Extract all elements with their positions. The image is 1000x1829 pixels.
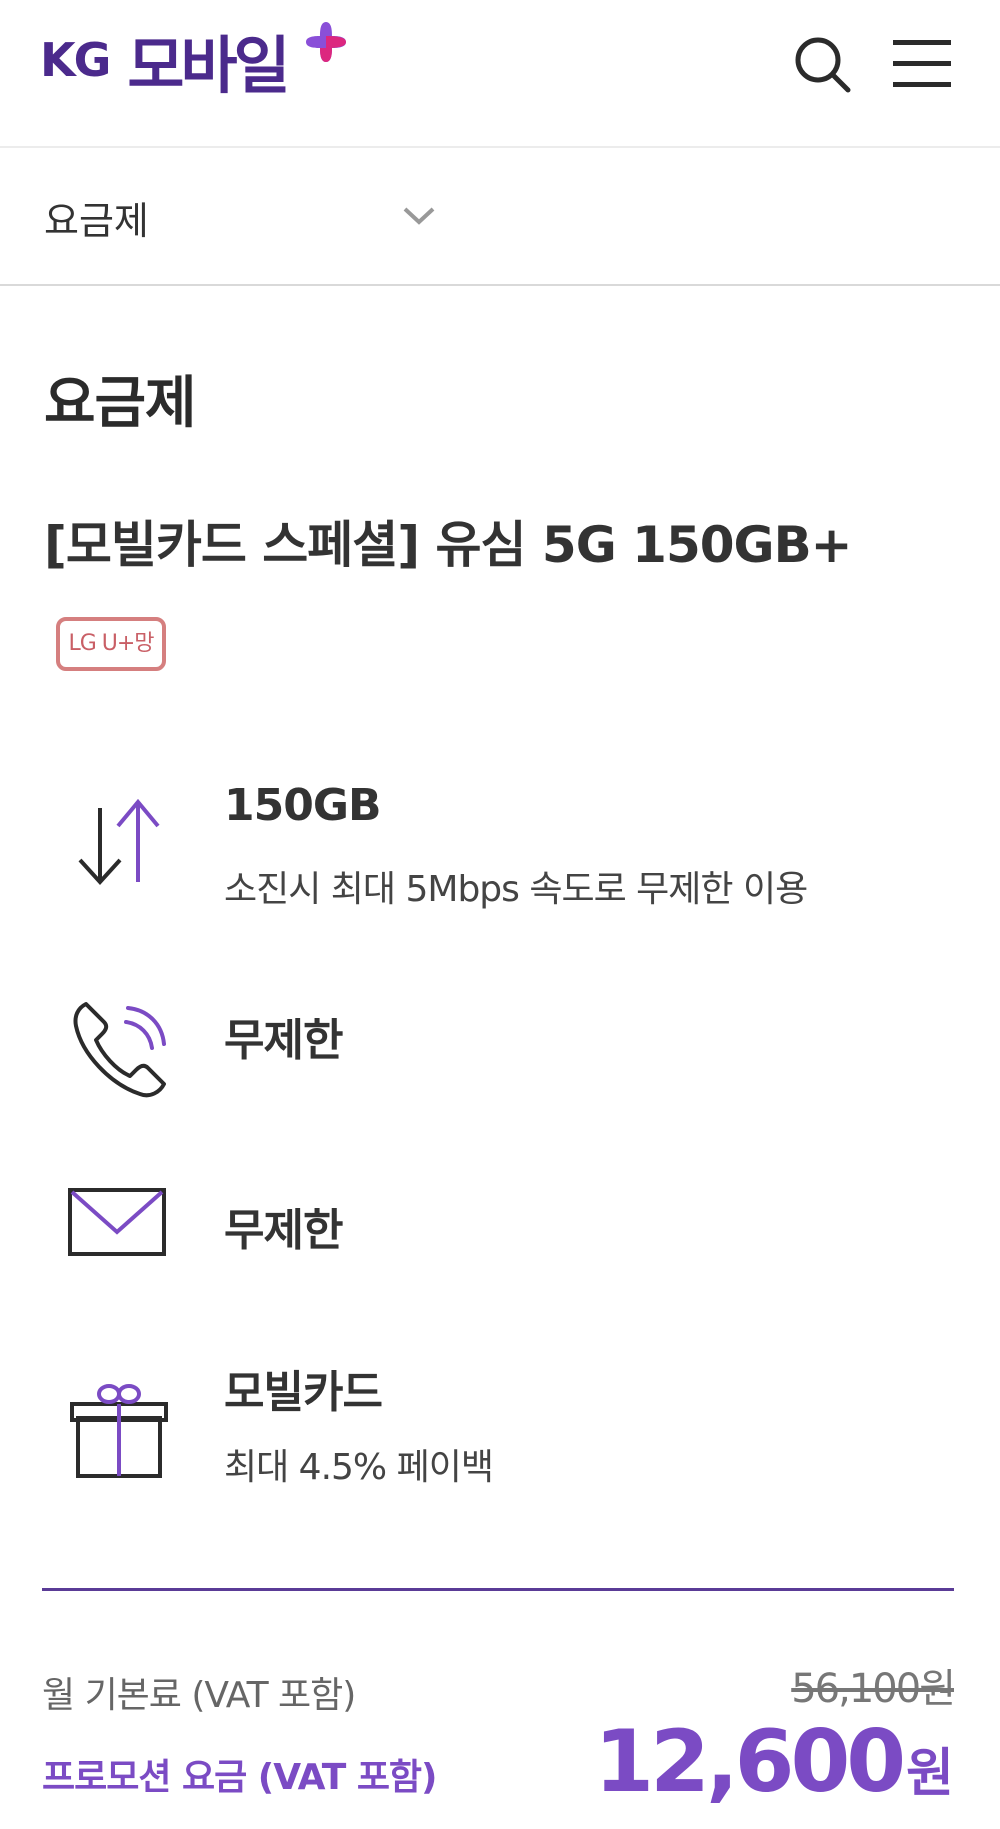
- chevron-down-icon: [403, 207, 435, 225]
- dropdown-selected-value: 요금제: [44, 199, 149, 243]
- price-divider: [42, 1588, 954, 1591]
- original-price: 56,100원: [791, 1666, 956, 1712]
- feature-data-title: 150GB: [224, 780, 381, 831]
- logo-brand-text: 모바일: [127, 29, 290, 102]
- promo-price: 12,600원: [594, 1712, 954, 1812]
- promo-price-number: 12,600: [594, 1712, 906, 1812]
- promo-fee-label: 프로모션 요금 (VAT 포함): [42, 1757, 438, 1798]
- feature-mobile-card-title: 모빌카드: [224, 1367, 383, 1418]
- feature-mobile-card: 모빌카드 최대 4.5% 페이백: [64, 1356, 944, 1506]
- base-fee-label: 월 기본료 (VAT 포함): [42, 1675, 356, 1716]
- menu-button[interactable]: [886, 28, 958, 100]
- feature-sms: 무제한: [64, 1180, 944, 1300]
- feature-voice: 무제한: [64, 990, 944, 1110]
- data-transfer-arrows-icon: [78, 798, 160, 885]
- search-icon: [795, 37, 851, 93]
- phone-call-icon: [73, 1002, 166, 1098]
- envelope-icon: [68, 1188, 166, 1256]
- hamburger-menu-icon: [893, 40, 951, 87]
- gift-box-icon: [70, 1384, 168, 1478]
- logo-plus-icon: [306, 22, 346, 62]
- feature-data-desc: 소진시 최대 5Mbps 속도로 무제한 이용: [224, 869, 808, 910]
- promo-price-unit: 원: [906, 1744, 954, 1804]
- feature-sms-title: 무제한: [224, 1205, 343, 1256]
- top-header: KG 모바일: [0, 0, 1000, 148]
- plan-name: [모빌카드 스페셜] 유심 5G 150GB+: [44, 516, 853, 574]
- search-button[interactable]: [786, 28, 858, 100]
- logo-kg-text: KG: [40, 33, 111, 87]
- feature-mobile-card-desc: 최대 4.5% 페이백: [224, 1447, 494, 1488]
- kg-mobile-logo[interactable]: KG 모바일: [40, 20, 346, 102]
- category-dropdown[interactable]: 요금제: [0, 148, 1000, 286]
- page-title: 요금제: [44, 371, 197, 436]
- feature-voice-title: 무제한: [224, 1015, 343, 1066]
- network-badge: LG U+망: [56, 617, 166, 671]
- feature-data: 150GB 소진시 최대 5Mbps 속도로 무제한 이용: [64, 780, 944, 930]
